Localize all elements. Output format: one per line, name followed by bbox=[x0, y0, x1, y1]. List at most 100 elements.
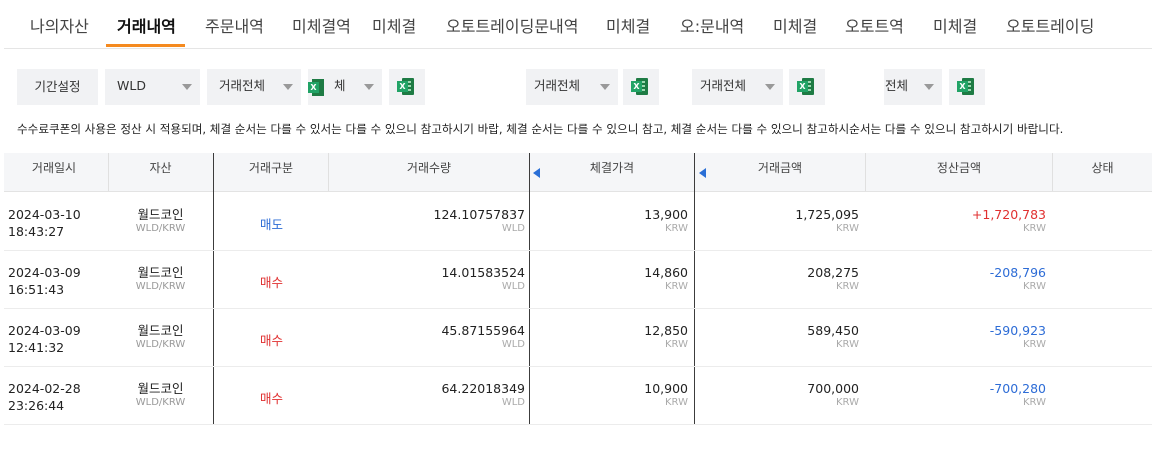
active-tab-indicator bbox=[106, 44, 185, 47]
amount-value: 208,275 bbox=[807, 265, 859, 280]
trade-type-select[interactable]: 거래전체 bbox=[207, 69, 301, 105]
amount-unit: KRW bbox=[836, 339, 859, 350]
chevron-down-icon bbox=[600, 84, 610, 90]
tab-order-history-2[interactable]: 오:문내역 bbox=[680, 13, 744, 37]
settlement-unit: KRW bbox=[1023, 223, 1046, 234]
trade-type-select-2[interactable]: 체 X bbox=[308, 69, 382, 105]
excel-x-icon: X bbox=[797, 81, 808, 92]
price-unit: KRW bbox=[665, 223, 688, 234]
trade-amount: 700,000 KRW bbox=[695, 382, 859, 410]
asset-select[interactable]: WLD bbox=[105, 69, 200, 105]
header-divider bbox=[108, 153, 109, 191]
quantity-value: 45.87155964 bbox=[441, 323, 525, 338]
trade-price: 12,850 KRW bbox=[530, 324, 688, 352]
tab-autotrading-orders[interactable]: 오토트레이딩문내역 bbox=[446, 13, 578, 37]
trade-type-select-5-value: 전체 bbox=[885, 78, 909, 93]
tab-order-history[interactable]: 주문내역 bbox=[205, 13, 264, 37]
trade-date: 2024-02-28 bbox=[8, 381, 81, 396]
header-price[interactable]: 체결가격 bbox=[530, 153, 694, 191]
settlement-amount: -208,796 KRW bbox=[865, 266, 1046, 294]
header-divider bbox=[865, 153, 866, 191]
tab-unfilled[interactable]: 미체결 bbox=[372, 13, 416, 37]
settlement-unit: KRW bbox=[1023, 281, 1046, 292]
settlement-value: -590,923 bbox=[989, 323, 1046, 338]
tab-autotrading[interactable]: 오토트레이딩 bbox=[1006, 13, 1094, 37]
excel-download-button-4[interactable]: X bbox=[949, 69, 985, 105]
tab-unfilled-2[interactable]: 미체결 bbox=[606, 13, 650, 37]
price-value: 12,850 bbox=[644, 323, 688, 338]
header-quantity[interactable]: 거래수량 bbox=[329, 153, 529, 191]
price-value: 14,860 bbox=[644, 265, 688, 280]
amount-value: 700,000 bbox=[807, 381, 859, 396]
trade-side: 매수 bbox=[259, 275, 283, 290]
trade-price: 10,900 KRW bbox=[530, 382, 688, 410]
asset-cell: 월드코인 WLD/KRW bbox=[108, 382, 213, 410]
header-datetime[interactable]: 거래일시 bbox=[4, 153, 104, 191]
trade-side: 매수 bbox=[259, 333, 283, 348]
tab-autotrading-2[interactable]: 오토트역 bbox=[845, 13, 904, 37]
chevron-down-icon bbox=[182, 84, 192, 90]
trade-type-select-value: 거래전체 bbox=[219, 78, 266, 93]
quantity-unit: WLD bbox=[501, 397, 525, 408]
settlement-unit: KRW bbox=[1023, 397, 1046, 408]
header-amount[interactable]: 거래금액 bbox=[695, 153, 865, 191]
asset-name: 월드코인 bbox=[137, 381, 184, 396]
trade-quantity: 45.87155964 WLD bbox=[330, 324, 525, 352]
asset-pair: WLD/KRW bbox=[135, 397, 186, 408]
trade-quantity: 124.10757837 WLD bbox=[330, 208, 525, 236]
amount-unit: KRW bbox=[836, 223, 859, 234]
table-row[interactable]: 2024-03-09 16:51:43 월드코인 WLD/KRW 매수 14.015835… bbox=[4, 250, 1152, 309]
chevron-down-icon bbox=[765, 84, 775, 90]
settlement-amount: +1,720,783 KRW bbox=[865, 208, 1046, 236]
asset-select-value: WLD bbox=[117, 78, 146, 93]
tab-trade-history[interactable]: 거래내역 bbox=[117, 13, 176, 37]
trade-amount: 208,275 KRW bbox=[695, 266, 859, 294]
tab-unfilled-history[interactable]: 미체결역 bbox=[292, 13, 351, 37]
tab-divider bbox=[4, 48, 1152, 49]
amount-unit: KRW bbox=[836, 281, 859, 292]
settlement-amount: -590,923 KRW bbox=[865, 324, 1046, 352]
settlement-amount: -700,280 KRW bbox=[865, 382, 1046, 410]
trade-type-select-3[interactable]: 거래전체 bbox=[526, 69, 618, 105]
asset-pair: WLD/KRW bbox=[135, 339, 186, 350]
chevron-down-icon bbox=[283, 84, 293, 90]
period-setting-button[interactable]: 기간설정 bbox=[17, 69, 98, 105]
excel-x-icon: X bbox=[397, 81, 408, 92]
trade-type-select-4[interactable]: 거래전체 bbox=[692, 69, 783, 105]
asset-cell: 월드코인 WLD/KRW bbox=[108, 324, 213, 352]
tab-my-assets[interactable]: 나의자산 bbox=[30, 13, 89, 37]
quantity-value: 124.10757837 bbox=[433, 207, 525, 222]
excel-download-button-2[interactable]: X bbox=[623, 69, 659, 105]
trade-datetime: 2024-03-09 12:41:32 bbox=[8, 322, 81, 356]
table-row[interactable]: 2024-02-28 23:26:44 월드코인 WLD/KRW 매수 64.220183… bbox=[4, 366, 1152, 425]
trade-type-select-5[interactable]: 전체 bbox=[884, 69, 942, 105]
settlement-value: -208,796 bbox=[989, 265, 1046, 280]
settlement-unit: KRW bbox=[1023, 339, 1046, 350]
tab-unfilled-4[interactable]: 미체결 bbox=[933, 13, 977, 37]
trade-quantity: 14.01583524 WLD bbox=[330, 266, 525, 294]
excel-download-button-3[interactable]: X bbox=[789, 69, 825, 105]
settlement-value: -700,280 bbox=[989, 381, 1046, 396]
header-asset[interactable]: 자산 bbox=[108, 153, 213, 191]
excel-download-button[interactable]: X bbox=[389, 69, 425, 105]
table-row[interactable]: 2024-03-09 12:41:32 월드코인 WLD/KRW 매수 45.871559… bbox=[4, 308, 1152, 367]
header-status[interactable]: 상태 bbox=[1053, 153, 1152, 191]
table-row[interactable]: 2024-03-10 18:43:27 월드코인 WLD/KRW 매도 124.10757… bbox=[4, 192, 1152, 251]
trade-datetime: 2024-02-28 23:26:44 bbox=[8, 380, 81, 414]
sort-left-icon[interactable] bbox=[699, 168, 706, 178]
trade-datetime: 2024-03-09 16:51:43 bbox=[8, 264, 81, 298]
trade-datetime: 2024-03-10 18:43:27 bbox=[8, 206, 81, 240]
trade-amount: 1,725,095 KRW bbox=[695, 208, 859, 236]
trade-time: 23:26:44 bbox=[8, 398, 65, 413]
tab-unfilled-3[interactable]: 미체결 bbox=[773, 13, 817, 37]
trade-time: 12:41:32 bbox=[8, 340, 65, 355]
asset-cell: 월드코인 WLD/KRW bbox=[108, 266, 213, 294]
header-divider bbox=[328, 153, 329, 191]
sort-left-icon[interactable] bbox=[533, 168, 540, 178]
header-trade-type[interactable]: 거래구분 bbox=[214, 153, 328, 191]
trade-type-select-2-value: 체 bbox=[334, 78, 346, 93]
quantity-value: 14.01583524 bbox=[441, 265, 525, 280]
header-settlement[interactable]: 정산금액 bbox=[866, 153, 1052, 191]
trade-date: 2024-03-09 bbox=[8, 323, 81, 338]
excel-x-icon: X bbox=[308, 82, 319, 93]
